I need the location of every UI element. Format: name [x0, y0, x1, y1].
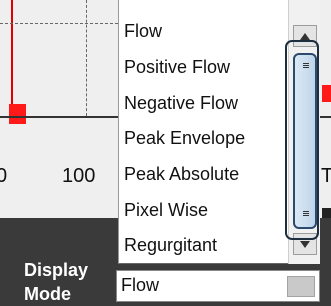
plot-gridline-vertical: [86, 0, 87, 116]
option-regurgitant[interactable]: Regurgitant: [124, 233, 217, 257]
scroll-down-button[interactable]: [293, 233, 317, 255]
option-flow[interactable]: Flow: [124, 19, 162, 43]
plot-red-marker-right: [322, 85, 331, 102]
display-mode-label: Display Mode: [24, 260, 89, 304]
dropdown-scrollbar[interactable]: [288, 0, 320, 264]
scroll-up-button[interactable]: [293, 25, 317, 47]
display-mode-selected-value: Flow: [121, 275, 160, 295]
option-peak-absolute[interactable]: Peak Absolute: [124, 162, 239, 186]
x-tick-label: 100: [62, 165, 96, 187]
plot-right-dark-block: [322, 208, 331, 218]
x-tick-label: 0: [0, 165, 8, 187]
plot-x-axis: [0, 116, 118, 118]
scroll-thumb[interactable]: [293, 53, 317, 229]
option-pixel-wise[interactable]: Pixel Wise: [124, 198, 208, 222]
plot-gridline-horizontal: [0, 23, 118, 24]
plot-right-text: T: [321, 165, 331, 187]
option-positive-flow[interactable]: Positive Flow: [124, 55, 230, 79]
plot-red-marker: [9, 104, 26, 124]
plot-cursor-line: [11, 0, 13, 116]
plot-x-axis-right: [320, 116, 331, 118]
option-peak-envelope[interactable]: Peak Envelope: [124, 126, 245, 150]
arrow-up-icon: [300, 32, 310, 40]
display-mode-combobox[interactable]: Flow: [116, 270, 320, 302]
option-negative-flow[interactable]: Negative Flow: [124, 91, 238, 115]
dropdown-button[interactable]: [287, 276, 315, 297]
arrow-down-icon: [300, 240, 310, 248]
